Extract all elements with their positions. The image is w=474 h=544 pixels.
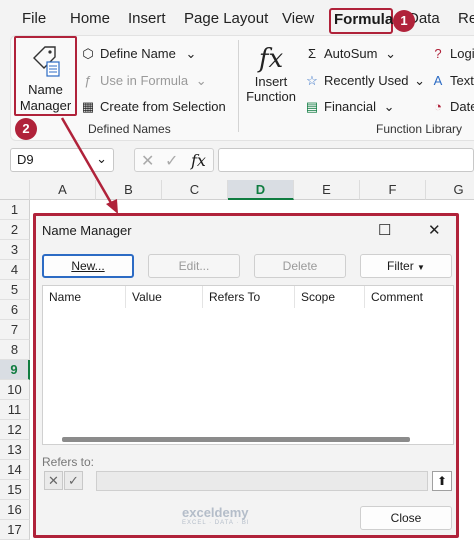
filter-button[interactable]: Filter ▼	[360, 254, 452, 278]
column-comment[interactable]: Comment	[365, 286, 453, 308]
close-button[interactable]: Close	[360, 506, 452, 530]
new-button[interactable]: New...	[42, 254, 134, 278]
close-icon[interactable]: ✕	[428, 221, 441, 239]
edit-button[interactable]: Edit...	[148, 254, 240, 278]
watermark-tagline: EXCEL · DATA · BI	[182, 520, 250, 526]
refers-to-label: Refers to:	[42, 455, 95, 469]
column-refers-to[interactable]: Refers To	[203, 286, 295, 308]
filter-label: Filter	[387, 259, 414, 273]
confirm-reference-icon[interactable]: ✓	[64, 471, 83, 490]
exceldemy-watermark: exceldemy EXCEL · DATA · BI	[182, 505, 250, 526]
dialog-title: Name Manager	[42, 223, 132, 238]
horizontal-scrollbar[interactable]	[62, 437, 410, 442]
collapse-dialog-icon[interactable]: ⬆	[432, 471, 452, 491]
name-manager-dialog: Name Manager ☐ ✕ New... Edit... Delete F…	[33, 213, 459, 538]
names-list[interactable]: Name Value Refers To Scope Comment	[42, 285, 454, 445]
watermark-brand: exceldemy	[182, 505, 249, 520]
new-button-label: New...	[71, 259, 105, 273]
column-scope[interactable]: Scope	[295, 286, 365, 308]
refers-to-field[interactable]	[96, 471, 428, 491]
maximize-icon[interactable]: ☐	[378, 221, 391, 239]
column-name[interactable]: Name	[43, 286, 126, 308]
dropdown-triangle-icon: ▼	[417, 263, 425, 272]
column-value[interactable]: Value	[126, 286, 203, 308]
cancel-reference-icon[interactable]: ✕	[44, 471, 63, 490]
delete-button[interactable]: Delete	[254, 254, 346, 278]
